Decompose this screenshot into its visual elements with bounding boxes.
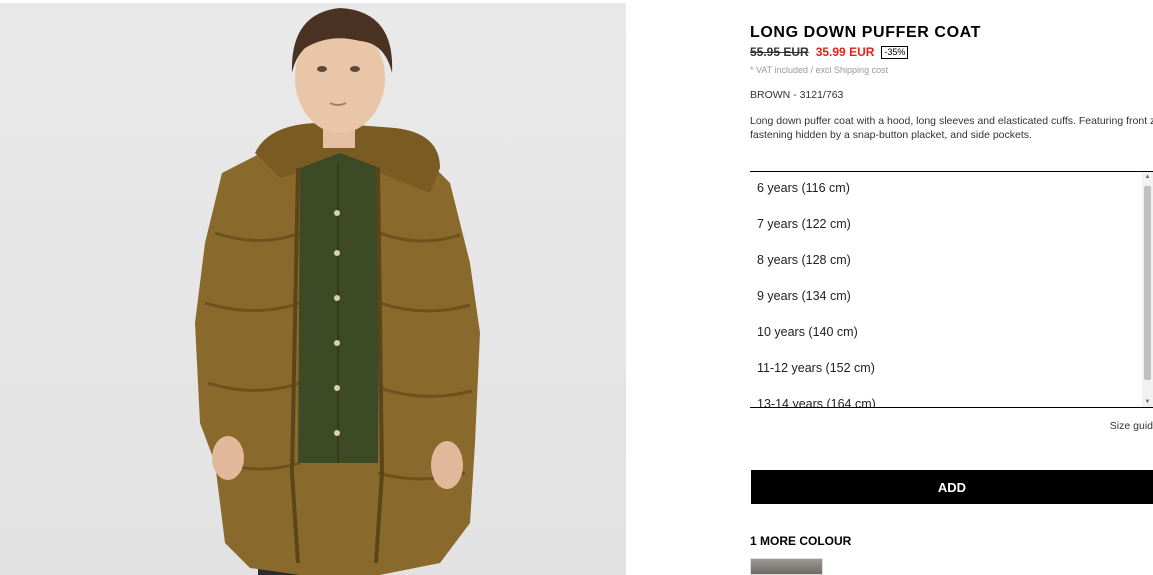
size-option[interactable]: 7 years (122 cm) bbox=[757, 217, 851, 231]
product-description: Long down puffer coat with a hood, long … bbox=[750, 115, 1153, 141]
vat-note: * VAT included / excl Shipping cost bbox=[750, 65, 889, 75]
old-price: 55.95 EUR bbox=[750, 45, 809, 59]
size-option[interactable]: 10 years (140 cm) bbox=[757, 325, 858, 339]
colour-swatch-thumbnail[interactable] bbox=[750, 558, 823, 575]
size-option[interactable]: 11-12 years (152 cm) bbox=[757, 361, 875, 375]
size-option[interactable]: 13-14 years (164 cm) bbox=[757, 397, 876, 407]
size-option[interactable]: 6 years (116 cm) bbox=[757, 181, 850, 195]
more-colours-heading: 1 MORE COLOUR bbox=[750, 534, 852, 548]
scroll-down-arrow-icon[interactable]: ▼ bbox=[1142, 397, 1153, 407]
size-guide-link[interactable]: Size guid bbox=[1110, 420, 1153, 432]
scroll-up-arrow-icon[interactable]: ▲ bbox=[1142, 172, 1153, 182]
product-image bbox=[0, 3, 626, 575]
product-page: LONG DOWN PUFFER COAT 55.95 EUR 35.99 EU… bbox=[0, 0, 1153, 575]
discount-badge: -35% bbox=[881, 45, 909, 59]
size-option[interactable]: 9 years (134 cm) bbox=[757, 289, 851, 303]
size-list-scrollbar[interactable]: ▲ ▼ bbox=[1142, 172, 1153, 407]
scroll-thumb[interactable] bbox=[1144, 186, 1151, 380]
color-reference: BROWN - 3121/763 bbox=[750, 89, 844, 101]
product-title: LONG DOWN PUFFER COAT bbox=[750, 24, 981, 41]
size-option[interactable]: 8 years (128 cm) bbox=[757, 253, 851, 267]
sale-price: 35.99 EUR bbox=[815, 45, 875, 59]
size-selector[interactable]: 6 years (116 cm) 7 years (122 cm) 8 year… bbox=[750, 171, 1153, 408]
price-row: 55.95 EUR 35.99 EUR -35% bbox=[750, 45, 909, 59]
add-to-cart-button[interactable]: ADD bbox=[751, 470, 1153, 504]
product-info: LONG DOWN PUFFER COAT 55.95 EUR 35.99 EU… bbox=[750, 0, 1153, 575]
